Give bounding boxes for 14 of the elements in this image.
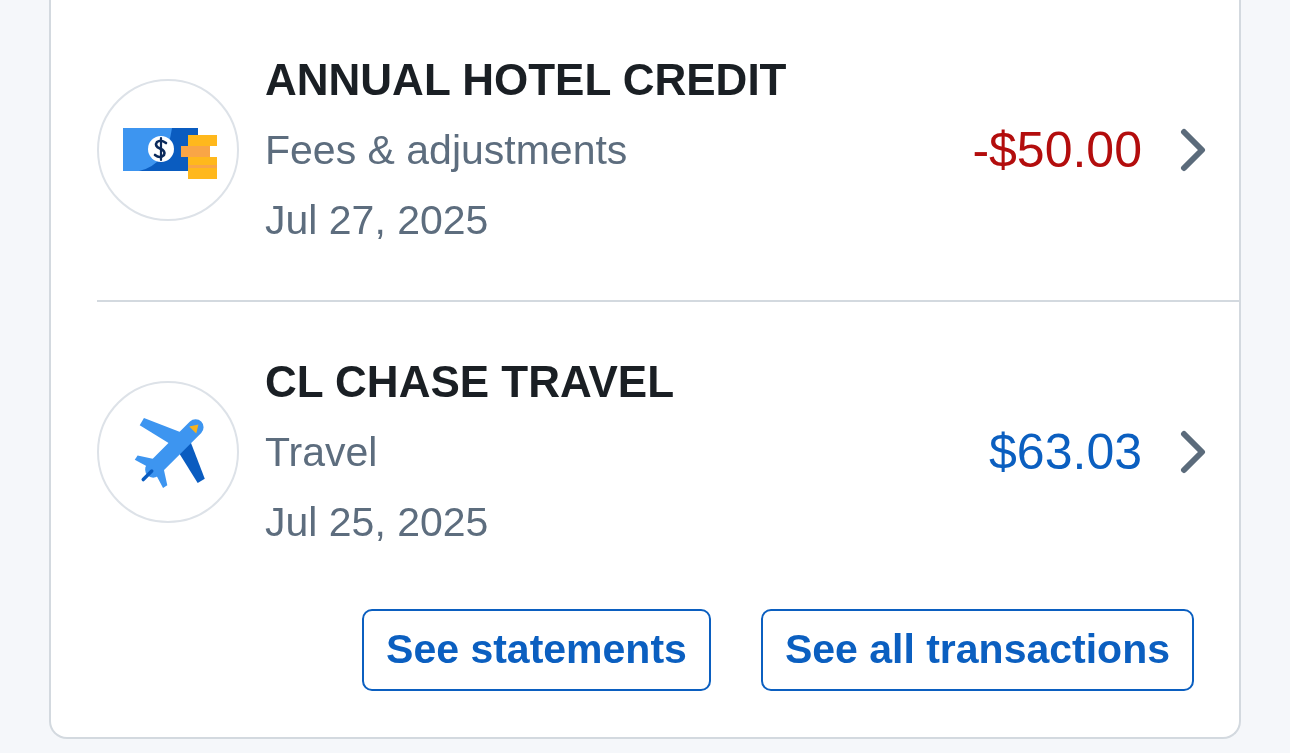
chevron-right-icon xyxy=(1180,430,1206,474)
transaction-date: Jul 27, 2025 xyxy=(265,196,490,245)
money-and-coins-icon xyxy=(97,79,239,221)
transaction-title: ANNUAL HOTEL CREDIT xyxy=(265,54,788,106)
transaction-category: Fees & adjustments xyxy=(265,126,629,175)
transaction-category: Travel xyxy=(265,428,379,477)
link-button[interactable]: See all transactions xyxy=(760,609,1194,691)
airplane-icon xyxy=(97,381,239,523)
chevron-right-icon xyxy=(1180,128,1206,172)
link-button[interactable]: See statements xyxy=(362,609,711,691)
transaction-amount: $63.03 xyxy=(989,423,1142,482)
transaction-amount: -$50.00 xyxy=(972,121,1142,180)
transaction-title: CL CHASE TRAVEL xyxy=(265,356,676,408)
transaction-date: Jul 25, 2025 xyxy=(265,498,490,547)
